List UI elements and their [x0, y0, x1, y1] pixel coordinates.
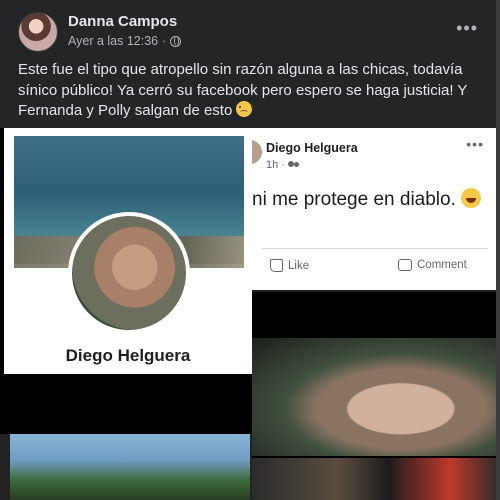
embedded-post-author: Diego Helguera [266, 141, 358, 155]
selfie-photo [252, 338, 500, 456]
globe-icon[interactable] [170, 35, 182, 47]
photo-tile-screenshot-post[interactable]: Diego Helguera 1h · ••• ni me protege en… [252, 128, 500, 292]
post-timestamp[interactable]: Ayer a las 12:36 [68, 34, 158, 48]
embedded-post-text: ni me protege en diablo. [252, 188, 482, 211]
more-options-button[interactable]: ••• [456, 18, 478, 39]
photo-grid: Diego Helguera Diego Helguera 1h · ••• n… [0, 128, 500, 500]
grinning-squinting-face-emoji-icon [461, 188, 482, 208]
comment-label: Comment [417, 259, 467, 271]
embedded-post-meta: 1h · [266, 159, 300, 171]
author-avatar[interactable] [18, 12, 58, 52]
page-scrollbar[interactable] [496, 0, 500, 500]
thumbs-up-icon [270, 259, 283, 272]
friends-icon [287, 161, 300, 169]
photo-tile-selfie[interactable] [252, 338, 500, 456]
embedded-post-text-content: ni me protege en diablo. [252, 189, 456, 210]
photo-tile-group[interactable] [252, 458, 500, 500]
author-name[interactable]: Danna Campos [68, 13, 177, 30]
embedded-post-divider [262, 248, 488, 249]
embedded-like-button: Like [270, 259, 309, 272]
outdoor-photo [10, 434, 250, 500]
profile-picture [72, 216, 186, 330]
post-caption: Este fue el tipo que atropello sin razón… [18, 60, 488, 122]
disappointed-face-emoji-icon [236, 101, 254, 117]
profile-name: Diego Helguera [65, 346, 191, 365]
embedded-post-avatar [252, 140, 262, 164]
embedded-post-more-icon: ••• [466, 136, 484, 152]
comment-bubble-icon [398, 259, 412, 271]
post-header: Danna Campos Ayer a las 12:36 · ••• [18, 12, 488, 56]
embedded-post-card: Diego Helguera 1h · ••• ni me protege en… [252, 128, 498, 290]
photo-tile-profile[interactable]: Diego Helguera [4, 128, 252, 374]
embedded-comment-button: Comment [398, 259, 467, 271]
facebook-post: Danna Campos Ayer a las 12:36 · ••• Este… [0, 0, 500, 500]
like-label: Like [288, 259, 310, 272]
post-meta: Ayer a las 12:36 · [68, 34, 182, 48]
photo-tile-outdoor[interactable] [0, 434, 252, 500]
group-photo [252, 458, 500, 500]
embedded-post-time: 1h [266, 159, 279, 171]
